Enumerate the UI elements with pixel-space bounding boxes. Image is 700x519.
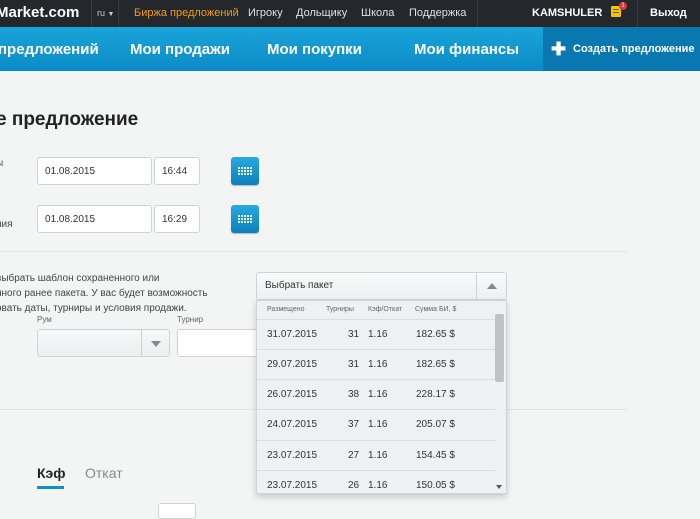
- tab-otkat[interactable]: Откат: [85, 465, 123, 481]
- row-kef: 1.16: [368, 450, 388, 461]
- row-tournaments: 26: [348, 480, 360, 491]
- divider: [91, 0, 92, 27]
- plus-icon: ✚: [551, 39, 567, 59]
- logout-link[interactable]: Выход: [650, 7, 687, 19]
- tournament-label: Турнир: [177, 315, 204, 324]
- row-sum: 154.45 $: [416, 450, 455, 461]
- list-item[interactable]: 23.07.2015 26 1.16 150.05 $: [257, 470, 495, 493]
- list-item[interactable]: 23.07.2015 27 1.16 154.45 $: [257, 440, 495, 471]
- scrollbar-thumb[interactable]: [495, 314, 504, 382]
- username-link[interactable]: KAMSHULER: [532, 7, 602, 19]
- chevron-down-icon[interactable]: [141, 329, 170, 357]
- divider: [477, 0, 478, 27]
- calendar-icon: [238, 214, 252, 223]
- rum-label: Рум: [37, 315, 52, 324]
- row-tournaments: 38: [348, 389, 360, 400]
- package-dropdown: Размещено Турниры Кэф/Откат Сумма БИ, $ …: [256, 300, 507, 494]
- nav-offers[interactable]: предложений: [0, 41, 99, 58]
- row-tournaments: 37: [348, 419, 360, 430]
- row-kef: 1.16: [368, 389, 388, 400]
- nav-my-finances[interactable]: Мои финансы: [414, 41, 519, 58]
- end-time-input[interactable]: 16:29: [154, 205, 200, 233]
- row-kef: 1.16: [368, 329, 388, 340]
- row2-label: ния: [0, 219, 13, 230]
- tournament-input[interactable]: [177, 329, 267, 357]
- calendar-button[interactable]: [231, 157, 259, 185]
- notification-badge: 1: [619, 2, 627, 10]
- row-date: 26.07.2015: [267, 389, 318, 400]
- start-date-input[interactable]: 01.08.2015: [37, 157, 152, 185]
- value-input[interactable]: [158, 503, 196, 519]
- row-tournaments: 31: [348, 359, 360, 370]
- language-selector[interactable]: ru ▼: [97, 8, 114, 18]
- page-title: е предложение: [0, 109, 139, 130]
- row-sum: 182.65 $: [416, 329, 455, 340]
- row-sum: 228.17 $: [416, 389, 455, 400]
- row-sum: 182.65 $: [416, 359, 455, 370]
- column-header: Кэф/Откат: [368, 306, 403, 313]
- info-line: нного ранее пакета. У вас будет возможно…: [0, 288, 208, 299]
- active-tab-indicator: [37, 486, 64, 489]
- row-tournaments: 31: [348, 329, 360, 340]
- row-sum: 205.07 $: [416, 419, 455, 430]
- end-date-input[interactable]: 01.08.2015: [37, 205, 152, 233]
- topnav-exchange[interactable]: Биржа предложений: [134, 7, 239, 19]
- topnav-school[interactable]: Школа: [361, 7, 394, 19]
- row-sum: 150.05 $: [416, 480, 455, 491]
- column-header: Турниры: [326, 306, 354, 313]
- topnav-player[interactable]: Игроку: [248, 7, 283, 19]
- column-header: Размещено: [267, 306, 305, 313]
- row-kef: 1.16: [368, 419, 388, 430]
- nav-my-purchases[interactable]: Мои покупки: [267, 41, 362, 58]
- divider: [0, 251, 627, 252]
- calendar-icon: [238, 166, 252, 175]
- scroll-down-icon[interactable]: [496, 485, 502, 489]
- list-item[interactable]: 26.07.2015 38 1.16 228.17 $: [257, 379, 495, 410]
- row-date: 29.07.2015: [267, 359, 318, 370]
- start-time-input[interactable]: 16:44: [154, 157, 200, 185]
- topnav-support[interactable]: Поддержка: [409, 7, 466, 19]
- info-line: выбрать шаблон сохраненного или: [0, 273, 160, 284]
- list-item[interactable]: 29.07.2015 31 1.16 182.65 $: [257, 349, 495, 380]
- row-date: 31.07.2015: [267, 329, 318, 340]
- row1-label: ы: [0, 158, 3, 169]
- row-date: 23.07.2015: [267, 450, 318, 461]
- topnav-backer[interactable]: Дольщику: [296, 7, 347, 19]
- row-kef: 1.16: [368, 480, 388, 491]
- calendar-button[interactable]: [231, 205, 259, 233]
- chevron-down-icon: ▼: [107, 11, 115, 18]
- list-item[interactable]: 31.07.2015 31 1.16 182.65 $: [257, 319, 495, 350]
- divider: [637, 0, 638, 27]
- language-code: ru: [97, 8, 106, 18]
- site-logo[interactable]: Market.com: [0, 4, 79, 21]
- column-header: Сумма БИ, $: [415, 306, 457, 313]
- list-item[interactable]: 24.07.2015 37 1.16 205.07 $: [257, 409, 495, 440]
- nav-my-sales[interactable]: Мои продажи: [130, 41, 230, 58]
- row-kef: 1.16: [368, 359, 388, 370]
- tab-kef[interactable]: Кэф: [37, 465, 66, 481]
- row-tournaments: 27: [348, 450, 360, 461]
- info-line: овать даты, турниры и условия продажи.: [0, 303, 187, 314]
- package-info-text: выбрать шаблон сохраненного или нного ра…: [0, 271, 228, 316]
- package-select-placeholder: Выбрать пакет: [265, 280, 334, 291]
- row-date: 23.07.2015: [267, 480, 318, 491]
- row-date: 24.07.2015: [267, 419, 318, 430]
- create-offer-label: Создать предложение: [573, 43, 695, 55]
- divider: [118, 0, 119, 27]
- chevron-up-icon[interactable]: [476, 273, 506, 299]
